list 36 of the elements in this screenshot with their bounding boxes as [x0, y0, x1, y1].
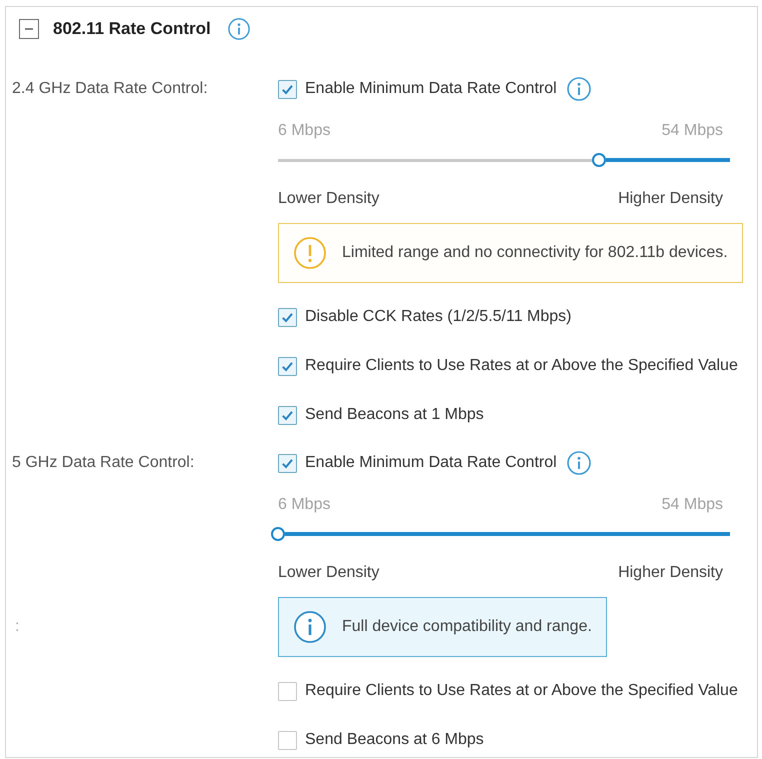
- info-icon: [294, 611, 326, 643]
- info-icon[interactable]: [566, 77, 591, 101]
- slider-thumb[interactable]: [592, 153, 606, 167]
- checkbox-label: Enable Minimum Data Rate Control: [305, 79, 557, 99]
- checkbox-label: Require Clients to Use Rates at or Above the Specified Value: [305, 681, 738, 701]
- section-title: 802.11 Rate Control: [53, 18, 211, 40]
- checkbox-label: Disable CCK Rates (1/2/5.5/11 Mbps): [305, 307, 572, 327]
- min-rate-label: 6 Mbps: [278, 121, 330, 141]
- info-icon[interactable]: [228, 18, 250, 40]
- lower-density-label: Lower Density: [278, 563, 380, 583]
- checkbox[interactable]: [278, 682, 297, 700]
- lower-density-label: Lower Density: [278, 189, 380, 209]
- higher-density-label: Higher Density: [618, 189, 723, 209]
- row-label: :: [14, 617, 20, 637]
- checkbox[interactable]: [278, 356, 297, 376]
- warning-icon: [294, 237, 326, 269]
- checkbox-label: Send Beacons at 1 Mbps: [305, 405, 484, 425]
- checkbox[interactable]: [278, 454, 297, 472]
- group-label: 2.4 GHz Data Rate Control:: [12, 79, 209, 99]
- info-icon[interactable]: [566, 451, 591, 475]
- group-label: 5 GHz Data Rate Control:: [12, 453, 196, 473]
- min-rate-label: 6 Mbps: [278, 495, 330, 515]
- minus-box-icon[interactable]: [19, 19, 39, 39]
- checkbox[interactable]: [278, 308, 297, 326]
- checkbox[interactable]: [278, 406, 297, 424]
- max-rate-label: 54 Mbps: [662, 495, 723, 515]
- max-rate-label: 54 Mbps: [662, 121, 723, 141]
- higher-density-label: Higher Density: [618, 563, 723, 583]
- notice-text: Limited range and no connectivity for 802.11b devices.: [342, 243, 728, 263]
- checkbox-label: Send Beacons at 6 Mbps: [305, 730, 484, 750]
- checkbox[interactable]: [278, 730, 297, 750]
- notice-text: Full device compatibility and range.: [342, 617, 592, 637]
- checkbox-label: Require Clients to Use Rates at or Above the Specified Value: [305, 356, 738, 376]
- checkbox-label: Enable Minimum Data Rate Control: [305, 453, 557, 473]
- checkbox[interactable]: [278, 80, 297, 98]
- slider-thumb[interactable]: [271, 527, 285, 541]
